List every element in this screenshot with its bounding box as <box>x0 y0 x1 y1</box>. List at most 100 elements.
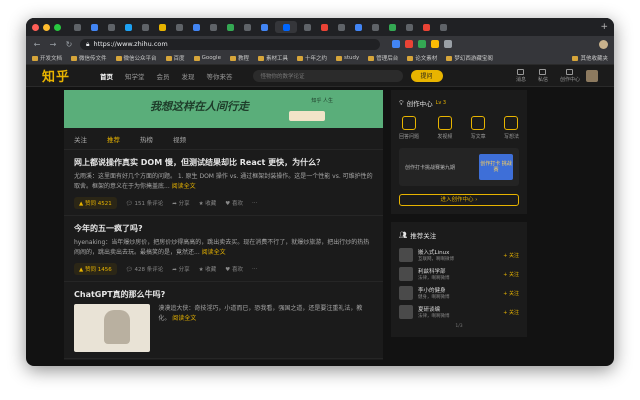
creator-center-button[interactable]: 创作中心 <box>560 68 580 83</box>
follow-button[interactable]: + 关注 <box>503 309 519 316</box>
browser-tab[interactable] <box>122 21 135 33</box>
collect-button[interactable]: ★ 收藏 <box>199 199 217 207</box>
user-avatar[interactable] <box>586 69 598 82</box>
bookmark-item[interactable]: 开发文档 <box>32 54 62 62</box>
post-excerpt[interactable]: 漠漠追大侠：奇技淫巧，小道而已，恐我看，强国之道，还是要注重礼法，教化。 阅读全… <box>158 304 373 352</box>
share-button[interactable]: ➦ 分享 <box>172 265 189 273</box>
write-article-button[interactable]: 写文章 <box>471 116 486 140</box>
bookmark-item[interactable]: 论文素材 <box>407 54 437 62</box>
like-button[interactable]: ♥ 喜欢 <box>225 199 243 207</box>
messages-button[interactable]: 私信 <box>538 68 548 83</box>
browser-tab[interactable] <box>190 21 203 33</box>
profile-avatar[interactable] <box>599 39 608 49</box>
browser-tab[interactable] <box>386 21 399 33</box>
upvote-button[interactable]: ▲ 赞同 1456 <box>74 263 117 275</box>
browser-tab[interactable] <box>258 21 271 33</box>
avatar[interactable] <box>399 267 413 281</box>
banner[interactable]: 我想这样在人间行走 知乎 人生 <box>64 90 383 128</box>
post-video-button[interactable]: 发视频 <box>437 116 452 140</box>
more-icon[interactable]: ··· <box>252 200 257 206</box>
browser-tab[interactable] <box>139 21 152 33</box>
bookmark-item[interactable]: 十年之约 <box>297 54 327 62</box>
other-bookmarks[interactable]: 其他收藏夹 <box>572 54 608 62</box>
follow-button[interactable]: + 关注 <box>503 271 519 278</box>
tab-recommend[interactable]: 推荐 <box>107 134 120 144</box>
extension-icon[interactable] <box>418 40 426 48</box>
back-icon[interactable]: ← <box>32 40 42 49</box>
tab-hot[interactable]: 热榜 <box>140 134 153 144</box>
browser-tab[interactable] <box>301 21 314 33</box>
read-more-link[interactable]: 阅读全文 <box>202 249 226 256</box>
browser-tab[interactable] <box>105 21 118 33</box>
browser-tab[interactable] <box>403 21 416 33</box>
extension-icon[interactable] <box>444 40 452 48</box>
follow-button[interactable]: + 关注 <box>503 290 519 297</box>
nav-zhixuetang[interactable]: 知学堂 <box>125 71 145 81</box>
browser-tab[interactable] <box>224 21 237 33</box>
post-title[interactable]: 今年的五一疯了吗? <box>74 223 373 234</box>
post-thumbnail[interactable] <box>74 304 151 352</box>
zhihu-logo[interactable]: 知乎 <box>42 66 70 85</box>
bookmark-item[interactable]: 梦幻西游藏宝阁 <box>446 54 493 62</box>
tab-follow[interactable]: 关注 <box>74 134 87 144</box>
promo-card[interactable]: 创作打卡挑战赛第九期 创作打卡 挑战赛 <box>399 148 519 186</box>
read-more-link[interactable]: 阅读全文 <box>172 183 196 190</box>
comments-button[interactable]: 💬︎ 151 条评论 <box>126 199 163 207</box>
avatar[interactable] <box>399 286 413 300</box>
maximize-window-button[interactable] <box>54 23 61 31</box>
browser-tab[interactable] <box>369 21 382 33</box>
browser-tab[interactable] <box>71 21 84 33</box>
follow-button[interactable]: + 关注 <box>503 252 519 259</box>
browser-tab[interactable] <box>207 21 220 33</box>
nav-discover[interactable]: 发现 <box>182 71 195 81</box>
browser-tab[interactable] <box>173 21 186 33</box>
browser-tab[interactable] <box>88 21 101 33</box>
bookmark-item[interactable]: Google <box>193 55 221 61</box>
enter-creator-center-button[interactable]: 进入创作中心 › <box>399 194 519 206</box>
new-tab-button[interactable]: + <box>600 22 608 32</box>
bookmark-item[interactable]: 微信传文件 <box>71 54 107 62</box>
write-idea-button[interactable]: 写想法 <box>504 116 519 140</box>
post-excerpt[interactable]: hyenaking：当年爆炒房价，把房价炒得高高的，跳出卖去买。现在消费不行了，… <box>74 238 373 257</box>
share-button[interactable]: ➦ 分享 <box>172 199 189 207</box>
bookmark-item[interactable]: 微信公众平台 <box>115 54 157 62</box>
browser-tab[interactable] <box>318 21 331 33</box>
address-bar[interactable]: 🔒︎ https://www.zhihu.com <box>80 38 380 50</box>
answer-question-button[interactable]: 回答问题 <box>399 116 419 140</box>
browser-tab[interactable] <box>241 21 254 33</box>
browser-tab[interactable] <box>335 21 348 33</box>
browser-tab[interactable] <box>352 21 365 33</box>
browser-tab-active[interactable] <box>275 21 297 33</box>
nav-vip[interactable]: 会员 <box>157 71 170 81</box>
bookmark-item[interactable]: 素材工具 <box>257 54 288 62</box>
avatar[interactable] <box>399 305 413 319</box>
upvote-button[interactable]: ▲ 赞同 4521 <box>74 197 117 209</box>
bookmark-item[interactable]: 管理后台 <box>368 54 398 62</box>
extension-icon[interactable] <box>392 40 400 48</box>
extension-icon[interactable] <box>405 40 413 48</box>
post-title[interactable]: ChatGPT真的那么牛吗? <box>74 289 373 300</box>
tab-video[interactable]: 视频 <box>173 134 186 144</box>
browser-tab[interactable] <box>420 21 433 33</box>
post-title[interactable]: 网上都说操作真实 DOM 慢，但测试结果却比 React 更快，为什么？ <box>74 157 373 168</box>
bookmark-item[interactable]: study <box>336 55 359 61</box>
extension-icon[interactable] <box>431 40 439 48</box>
ask-question-button[interactable]: 提问 <box>410 69 443 82</box>
like-button[interactable]: ♥ 喜欢 <box>225 265 243 273</box>
more-icon[interactable]: ··· <box>252 266 257 272</box>
post-excerpt[interactable]: 尤雨溪：这里面有好几个方面的问题。 1. 原生 DOM 操作 vs. 通过框架封… <box>74 172 373 191</box>
notifications-button[interactable]: 消息 <box>516 68 526 83</box>
nav-waiting-answers[interactable]: 等你来答 <box>207 71 233 81</box>
browser-tab[interactable] <box>156 21 169 33</box>
comments-button[interactable]: 💬︎ 428 条评论 <box>126 265 163 273</box>
minimize-window-button[interactable] <box>43 23 50 31</box>
browser-tab[interactable] <box>437 21 450 33</box>
pager[interactable]: 1/3 <box>399 324 519 329</box>
bookmark-item[interactable]: 教程 <box>229 54 249 62</box>
forward-icon[interactable]: → <box>48 40 58 49</box>
reload-icon[interactable]: ↻ <box>64 40 74 49</box>
avatar[interactable] <box>399 248 413 262</box>
read-more-link[interactable]: 阅读全文 <box>172 315 196 322</box>
nav-home[interactable]: 首页 <box>100 71 113 81</box>
close-window-button[interactable] <box>32 23 39 31</box>
